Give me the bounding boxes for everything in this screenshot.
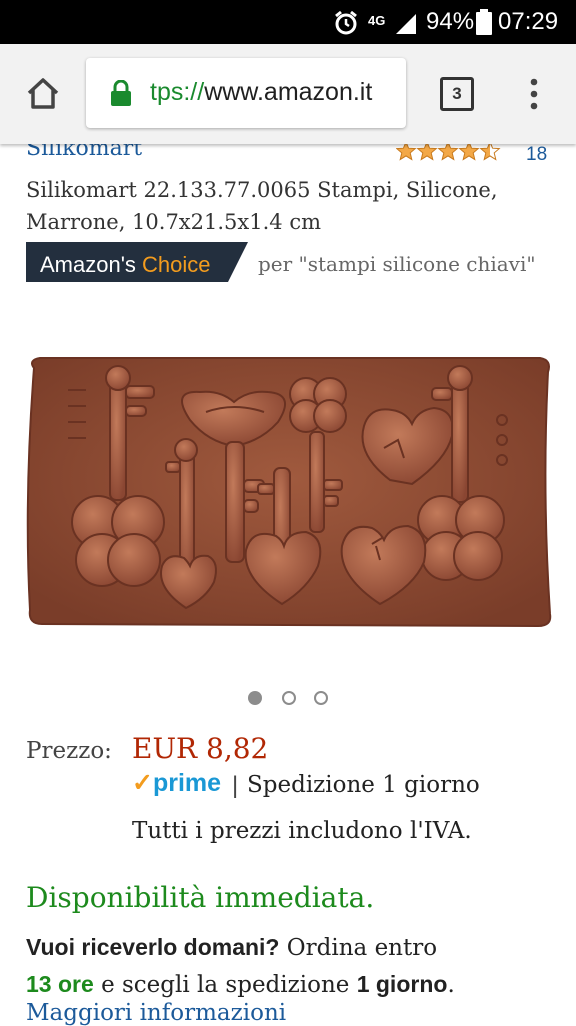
- choice-query: per "stampi silicone chiavi": [258, 252, 536, 276]
- availability-status: Disponibilità immediata.: [26, 881, 375, 914]
- review-count-link[interactable]: 18: [526, 144, 547, 166]
- lock-icon: [111, 80, 131, 106]
- more-info-link[interactable]: Maggiori informazioni: [26, 1000, 286, 1026]
- prime-check-icon: ✓: [132, 769, 153, 797]
- carousel-dot-2[interactable]: [282, 691, 296, 705]
- delivery-period: .: [447, 972, 455, 998]
- price-value: EUR 8,82: [132, 732, 269, 765]
- battery-percent: 94%: [426, 8, 475, 35]
- product-image[interactable]: [20, 350, 556, 636]
- image-carousel-dots: [244, 691, 334, 711]
- home-icon[interactable]: [25, 75, 61, 111]
- url-scheme: tps://: [150, 78, 205, 106]
- choice-label-choice: Choice: [142, 252, 211, 277]
- choice-label-amazon: Amazon's: [40, 252, 143, 277]
- carousel-dot-1[interactable]: [248, 691, 262, 705]
- shipping-speed: Spedizione 1 giorno: [247, 772, 480, 798]
- choose-shipping-text: e scegli la spedizione: [101, 972, 350, 998]
- browser-toolbar: tps://www.amazon.it 3: [0, 44, 576, 144]
- order-within-text: Ordina entro: [286, 935, 438, 961]
- product-title: Silikomart 22.133.77.0065 Stampi, Silico…: [26, 178, 498, 234]
- amazons-choice-label: Amazon's Choice: [40, 252, 211, 278]
- overflow-menu-icon[interactable]: [526, 78, 542, 110]
- countdown-hours: 13 ore: [26, 971, 94, 997]
- alarm-icon: [335, 10, 357, 35]
- carousel-dot-3[interactable]: [314, 691, 328, 705]
- price-label: Prezzo:: [26, 738, 112, 764]
- delivery-question: Vuoi riceverlo domani?: [26, 934, 280, 960]
- clock: 07:29: [498, 8, 559, 35]
- status-bar: 4G 94% 07:29: [0, 0, 576, 44]
- tab-switcher-button[interactable]: 3: [440, 77, 474, 111]
- address-bar[interactable]: tps://www.amazon.it: [86, 58, 406, 128]
- one-day-text: 1 giorno: [356, 971, 448, 997]
- prime-logo-text: prime: [152, 769, 222, 797]
- url-host: www.amazon.it: [204, 78, 373, 106]
- product-page: Silikomart 18 Silikomart 22.133.77.0065 …: [0, 136, 576, 1026]
- signal-icon: [396, 14, 416, 34]
- network-type: 4G: [368, 13, 386, 28]
- vat-note: Tutti i prezzi includono l'IVA.: [132, 818, 472, 844]
- delivery-message: Vuoi riceverlo domani? Ordina entro 13 o…: [26, 929, 566, 1003]
- prime-separator: |: [232, 772, 239, 799]
- url-text[interactable]: tps://www.amazon.it: [150, 78, 372, 107]
- prime-logo: ✓prime: [132, 768, 221, 798]
- battery-icon: [476, 9, 492, 35]
